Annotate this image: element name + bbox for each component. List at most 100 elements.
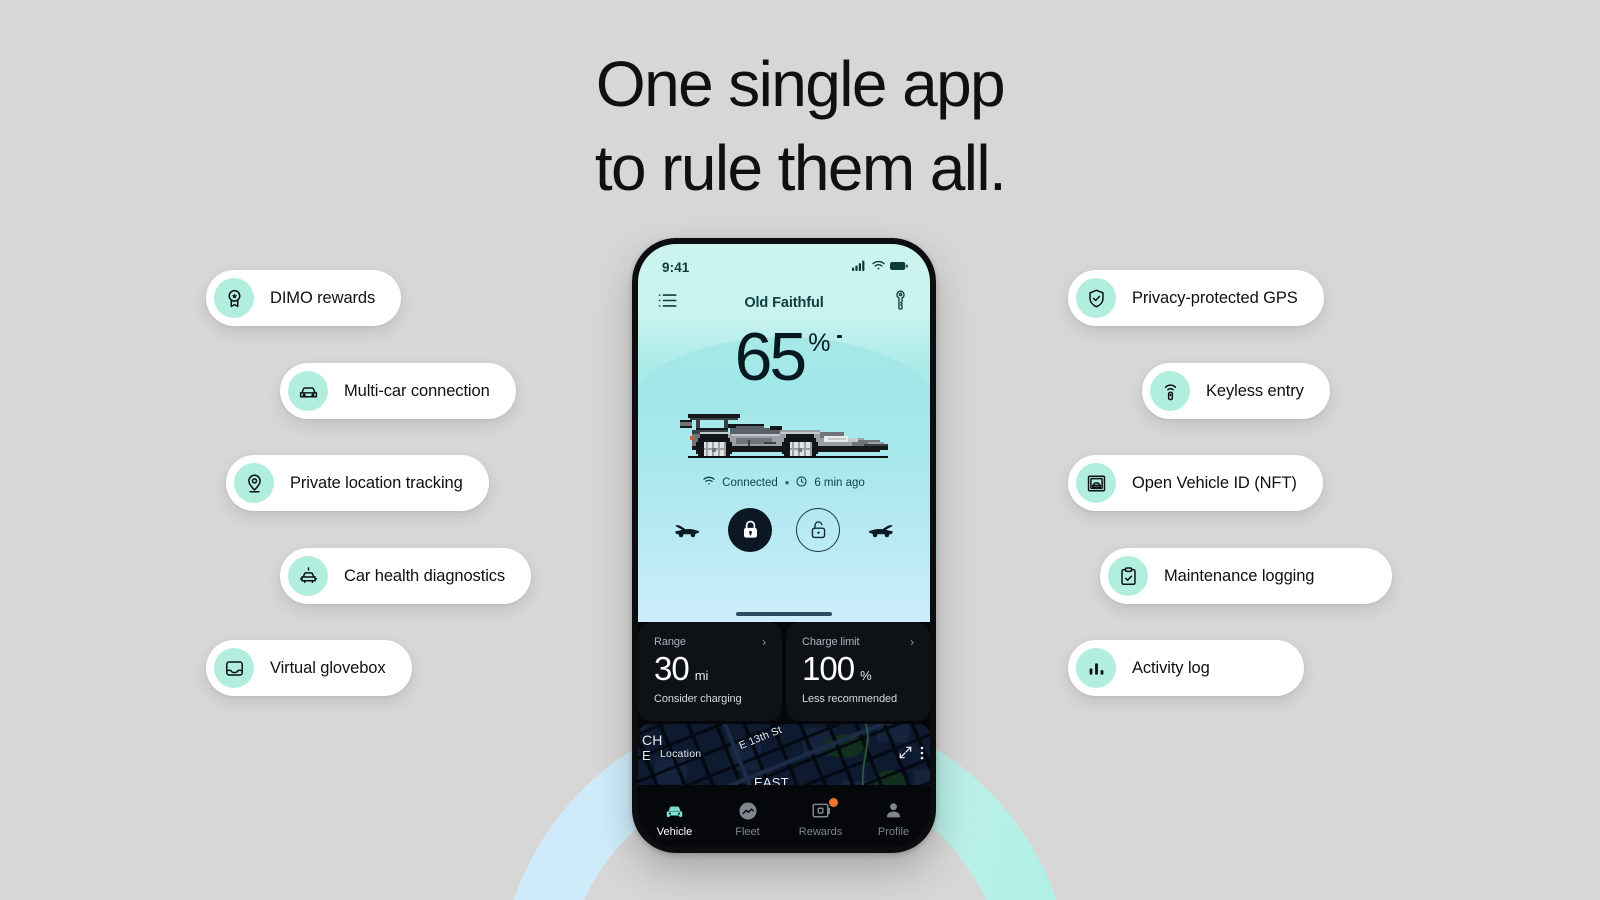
vehicle-hero-panel: 9:41 Old Faithful 65 % Connected • 6 min…	[638, 244, 930, 622]
nav-item-profile[interactable]: Profile	[857, 801, 930, 838]
feature-pill-label: Multi-car connection	[344, 381, 490, 400]
headline-line-1: One single app	[595, 48, 1006, 120]
stat-card-unit: %	[860, 668, 872, 683]
car-trunk-open-icon[interactable]	[864, 513, 898, 547]
vehicle-name: Old Faithful	[744, 294, 824, 311]
page-title: One single app to rule them all.	[0, 52, 1600, 200]
page-root: One single app to rule them all. DIMO re…	[0, 0, 1600, 900]
phone-mockup: 9:41 Old Faithful 65 % Connected • 6 min…	[632, 238, 936, 853]
list-menu-icon[interactable]	[658, 293, 677, 313]
stat-cards-row: Range › 30 mi Consider charging Charge l…	[638, 622, 930, 721]
feature-pill-privacy-protected-gps[interactable]: Privacy-protected GPS	[1068, 270, 1324, 326]
phone-screen: 9:41 Old Faithful 65 % Connected • 6 min…	[638, 244, 930, 847]
pixel-art-sports-car	[676, 401, 892, 464]
feature-pill-label: Keyless entry	[1206, 381, 1304, 400]
cellular-signal-icon	[852, 258, 867, 276]
feature-pill-label: Privacy-protected GPS	[1132, 288, 1298, 307]
battery-percent-symbol: %	[808, 329, 831, 357]
chevron-right-icon: ›	[910, 635, 914, 649]
bar-chart-icon	[1076, 648, 1116, 688]
app-header: Old Faithful	[638, 276, 930, 315]
wifi-icon	[872, 258, 885, 276]
feature-pill-activity-log[interactable]: Activity log	[1068, 640, 1304, 696]
connection-status-row: Connected • 6 min ago	[638, 475, 930, 491]
battery-level-value: 65	[734, 319, 808, 395]
car-icon	[664, 801, 686, 821]
feature-pill-keyless-entry[interactable]: Keyless entry	[1142, 363, 1330, 419]
shield-check-icon	[1076, 278, 1116, 318]
feature-pill-car-health-diagnostics[interactable]: Car health diagnostics	[280, 548, 532, 604]
nav-item-label: Vehicle	[656, 825, 693, 838]
battery-level-side: %	[808, 331, 833, 356]
nav-item-vehicle[interactable]: Vehicle	[638, 801, 711, 838]
last-seen-label: 6 min ago	[814, 476, 865, 489]
stat-card-value-row: 30 mi	[654, 651, 766, 687]
battery-icon	[890, 258, 908, 276]
map-label-ch: CH	[642, 731, 663, 748]
notification-badge	[828, 797, 838, 807]
fleet-icon	[737, 801, 759, 821]
separator-dot: •	[784, 475, 790, 491]
feature-pill-dimo-rewards[interactable]: DIMO rewards	[206, 270, 402, 326]
stat-card-charge-limit[interactable]: Charge limit › 100 % Less recommended	[786, 622, 930, 721]
feature-pill-label: Maintenance logging	[1164, 566, 1315, 585]
feature-pill-label: Private location tracking	[290, 473, 463, 492]
car-diagnostics-icon	[288, 556, 328, 596]
battery-level-display: 65 %	[638, 319, 930, 395]
nav-item-rewards[interactable]: Rewards	[784, 797, 857, 838]
unlock-button[interactable]	[796, 507, 840, 552]
feature-pill-label: Activity log	[1132, 658, 1210, 677]
feature-pill-private-location-tracking[interactable]: Private location tracking	[226, 455, 489, 511]
bottom-navigation: Vehicle Fleet Rewards Profile	[638, 785, 930, 847]
nav-item-label: Rewards	[798, 825, 843, 838]
more-vertical-icon[interactable]	[920, 746, 924, 765]
feature-pill-label: Open Vehicle ID (NFT)	[1132, 473, 1297, 492]
feature-pill-label: Car health diagnostics	[344, 566, 506, 585]
key-fob-signal-icon	[1150, 371, 1190, 411]
status-bar-time: 9:41	[662, 259, 690, 275]
stat-card-value: 100	[802, 650, 855, 687]
stat-card-header: Charge limit ›	[802, 636, 914, 648]
map-label-location: Location	[660, 747, 702, 760]
feature-pill-virtual-glovebox[interactable]: Virtual glovebox	[206, 640, 412, 696]
vehicle-id-frame-icon	[1076, 463, 1116, 503]
clipboard-check-icon	[1108, 556, 1148, 596]
nav-item-label: Profile	[877, 825, 910, 838]
stat-card-value-row: 100 %	[802, 650, 914, 687]
home-indicator	[736, 612, 832, 616]
connection-status-label: Connected	[722, 476, 778, 489]
stat-card-subtitle: Less recommended	[802, 692, 898, 705]
stat-card-unit: mi	[694, 668, 709, 683]
map-tools	[899, 746, 924, 765]
status-bar-system-icons	[852, 258, 908, 276]
feature-pill-multi-car-connection[interactable]: Multi-car connection	[280, 363, 516, 419]
inbox-tray-icon	[214, 648, 254, 688]
stat-card-title: Range	[654, 636, 686, 648]
feature-pill-open-vehicle-id[interactable]: Open Vehicle ID (NFT)	[1068, 455, 1323, 511]
feature-pill-label: Virtual glovebox	[270, 658, 386, 677]
headline-line-2: to rule them all.	[594, 132, 1007, 204]
stat-card-subtitle: Consider charging	[654, 692, 742, 705]
car-frunk-open-icon[interactable]	[670, 513, 704, 547]
nav-item-label: Fleet	[735, 825, 760, 838]
nav-item-fleet[interactable]: Fleet	[711, 801, 784, 838]
car-front-icon	[288, 371, 328, 411]
person-icon	[883, 801, 905, 821]
feature-pill-maintenance-logging[interactable]: Maintenance logging	[1100, 548, 1392, 604]
award-badge-icon	[214, 278, 254, 318]
status-bar: 9:41	[638, 244, 930, 276]
clock-icon	[796, 475, 807, 490]
chevron-right-icon: ›	[762, 635, 766, 649]
wifi-icon	[703, 476, 715, 489]
vehicle-artwork	[638, 401, 930, 464]
expand-arrows-icon[interactable]	[899, 746, 912, 764]
map-label-ge: E	[642, 747, 651, 763]
key-icon[interactable]	[891, 290, 910, 315]
stat-card-range[interactable]: Range › 30 mi Consider charging	[638, 622, 782, 721]
stat-card-header: Range ›	[654, 636, 766, 648]
stat-card-title: Charge limit	[802, 636, 860, 648]
map-pin-icon	[234, 463, 274, 503]
vehicle-controls-row	[638, 507, 930, 552]
feature-pill-label: DIMO rewards	[270, 288, 376, 307]
lock-button[interactable]	[728, 507, 772, 552]
